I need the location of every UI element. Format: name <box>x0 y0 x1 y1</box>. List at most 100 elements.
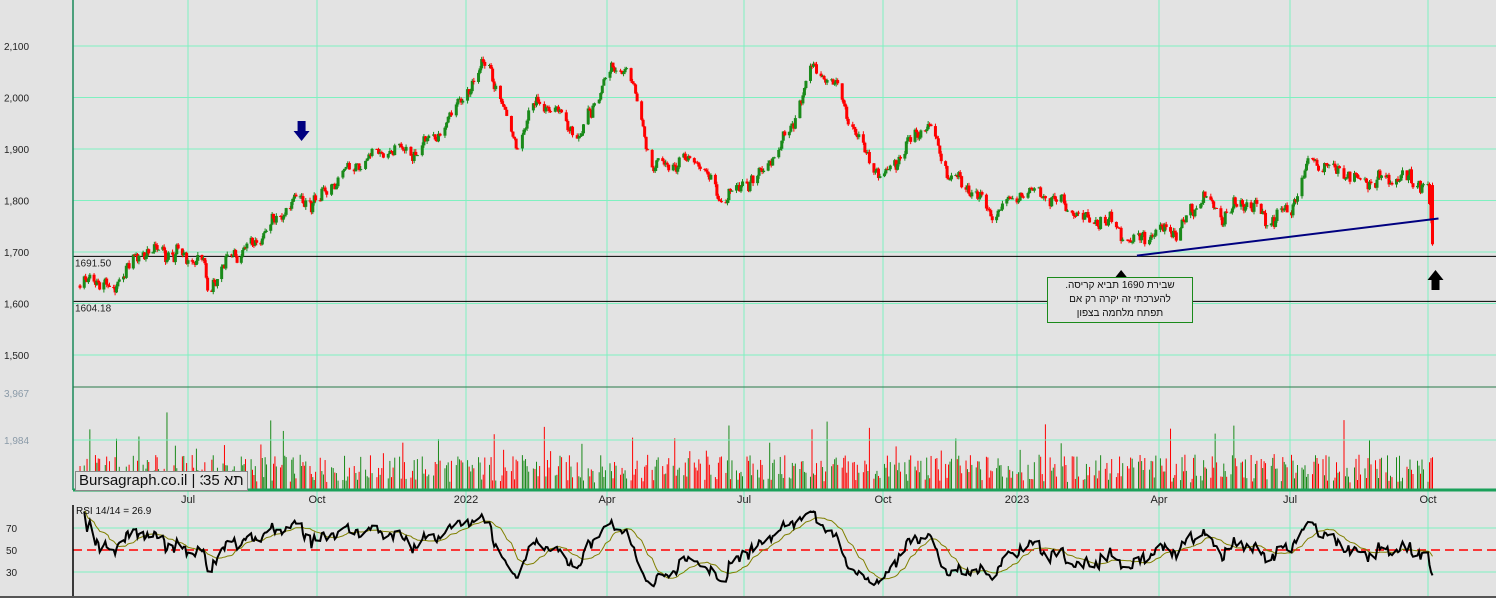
candle-body <box>1086 212 1090 218</box>
x-tick-label: Oct <box>308 494 325 506</box>
candle-body <box>157 249 161 251</box>
chart-background <box>0 0 1496 598</box>
candle-body <box>1375 179 1379 188</box>
candle-body <box>401 147 405 150</box>
candle-body <box>1032 188 1036 191</box>
candle-body <box>186 260 190 264</box>
candle-body <box>553 107 557 112</box>
candle-body <box>241 250 245 257</box>
candle-body <box>98 282 102 290</box>
candle-body <box>677 157 681 168</box>
candle-body <box>1099 216 1103 229</box>
candle-body <box>1169 227 1173 232</box>
candle-body <box>1342 168 1346 179</box>
candle-body <box>1039 187 1043 197</box>
candle-body <box>1043 196 1047 199</box>
candle-body <box>1154 229 1158 236</box>
candle-body <box>538 101 542 104</box>
candle-body <box>1070 210 1074 213</box>
candle-body <box>364 160 368 169</box>
candle-body <box>929 124 933 127</box>
candle-body <box>359 168 363 170</box>
candle-body <box>709 174 713 180</box>
candle-body <box>1348 171 1352 182</box>
candle-body <box>861 134 865 143</box>
volume-tick-label: 3,967 <box>4 389 29 400</box>
x-tick-label: Oct <box>874 494 891 506</box>
candle-body <box>643 126 647 137</box>
candle-body <box>1410 169 1413 184</box>
candle-body <box>1327 164 1331 166</box>
candle-body <box>498 85 502 100</box>
candle-body <box>446 116 450 123</box>
candle-body <box>1380 175 1383 178</box>
candle-body <box>1233 197 1237 205</box>
candle-body <box>1252 203 1256 212</box>
candle-body <box>1255 199 1259 204</box>
candle-body <box>477 72 481 82</box>
candle-body <box>547 106 551 112</box>
candle-body <box>580 133 584 136</box>
candle-body <box>751 175 755 184</box>
candle-body <box>1359 178 1362 180</box>
candle-body <box>524 128 528 130</box>
candle-body <box>635 93 639 102</box>
candle-body <box>386 153 390 158</box>
candle-body <box>127 263 131 269</box>
candle-body <box>365 158 369 161</box>
candle-body <box>469 91 473 95</box>
candle-body <box>334 186 338 190</box>
candle-body <box>505 109 509 116</box>
candle-body <box>472 80 476 82</box>
candle-body <box>586 108 590 125</box>
y-tick-label: 1,700 <box>4 248 29 259</box>
candle-body <box>343 168 347 171</box>
candle-body <box>1317 165 1320 171</box>
candle-body <box>888 165 892 170</box>
candle-body <box>147 249 151 254</box>
candle-body <box>409 146 413 156</box>
candle-body <box>1401 170 1404 176</box>
candle-body <box>404 146 408 151</box>
candle-body <box>582 124 585 134</box>
candle-body <box>220 266 224 280</box>
watermark: Bursagraph.co.il | 35 תא תא 35 <box>75 471 248 491</box>
candle-body <box>380 152 384 154</box>
candle-body <box>284 208 288 215</box>
y-tick-label: 2,000 <box>4 94 29 105</box>
rsi-tick-label: 70 <box>6 524 18 535</box>
candle-body <box>1020 192 1024 197</box>
candle-body <box>898 156 902 159</box>
y-tick-label: 1,900 <box>4 145 29 156</box>
x-tick-label: Jul <box>181 494 195 506</box>
annotation-box: שבירת 1690 תביא קריסה. להערכתי זה יקרה ר… <box>1047 277 1193 323</box>
candle-body <box>1064 203 1068 212</box>
candle-body <box>1369 181 1373 184</box>
candle-body <box>549 111 553 113</box>
candle-body <box>304 200 308 207</box>
candle-body <box>857 134 861 138</box>
x-tick-label: 2023 <box>1005 494 1029 506</box>
candle-body <box>325 191 329 195</box>
candle-body <box>225 254 229 257</box>
candle-body <box>438 133 442 136</box>
candle-body <box>867 151 871 164</box>
candle-body <box>650 149 654 168</box>
candle-body <box>393 145 397 156</box>
candle-body <box>445 122 449 128</box>
candle-body <box>1174 232 1178 241</box>
candle-body <box>716 195 720 200</box>
candle-body <box>196 255 200 261</box>
candle-body <box>443 127 447 136</box>
candle-body <box>1107 219 1111 226</box>
candle-body <box>166 252 170 260</box>
candle-body <box>600 85 604 94</box>
candle-body <box>815 64 819 74</box>
candle-body <box>301 196 305 204</box>
candle-body <box>415 155 419 157</box>
candle-body <box>489 64 493 69</box>
candle-body <box>878 176 882 178</box>
candle-body <box>1184 215 1188 223</box>
candle-body <box>131 254 135 269</box>
candle-body <box>314 195 318 201</box>
